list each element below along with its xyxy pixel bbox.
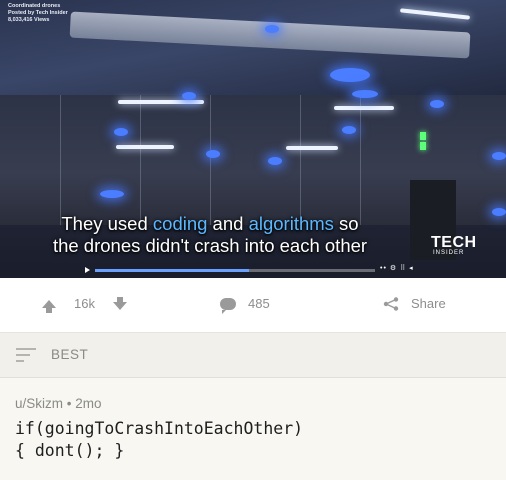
- comment-body-line: if(goingToCrashIntoEachOther): [15, 419, 304, 438]
- brand-logo-sub: INSIDER: [433, 250, 465, 256]
- wire-line: [360, 95, 361, 225]
- share-icon: [383, 296, 399, 311]
- wire-line: [210, 95, 211, 225]
- wire-line: [60, 95, 61, 225]
- ceiling-lamp: [116, 145, 174, 149]
- comment-count: 485: [248, 296, 270, 311]
- caption-highlight: algorithms: [248, 213, 334, 234]
- comment-meta: u/Skizm • 2mo: [15, 396, 102, 411]
- comment-age: 2mo: [75, 396, 102, 411]
- vote-group: 16k: [42, 296, 127, 313]
- caption-line-2: the drones didn't crash into each other: [52, 235, 368, 256]
- post-action-bar: 16k 485 Share: [0, 278, 506, 333]
- downvote-icon[interactable]: [112, 297, 127, 310]
- meta-separator: •: [66, 396, 72, 411]
- sort-icon: [16, 348, 40, 362]
- share-button[interactable]: Share: [383, 296, 446, 311]
- sort-label: BEST: [51, 347, 89, 362]
- caption-line-1: They used coding and algorithms so: [61, 213, 359, 234]
- brand-logo: TECH: [431, 234, 477, 251]
- drone: [206, 150, 220, 158]
- play-icon[interactable]: [85, 267, 90, 273]
- green-light: [420, 142, 426, 150]
- drone: [492, 152, 506, 160]
- progress-fill: [95, 269, 249, 272]
- drone: [182, 92, 196, 100]
- wire-line: [140, 95, 141, 225]
- video-posted-by: Posted by Tech Insider: [8, 10, 68, 16]
- vote-score: 16k: [74, 296, 95, 311]
- green-light: [420, 132, 426, 140]
- comment-sort-bar[interactable]: BEST: [0, 333, 506, 378]
- drone: [100, 190, 124, 198]
- caption-highlight: coding: [152, 213, 208, 234]
- comment-icon: [220, 297, 236, 314]
- video-info: Coordinated drones Posted by Tech Inside…: [8, 3, 68, 24]
- ceiling-lamp: [286, 146, 338, 150]
- comment-body-line: { dont(); }: [15, 441, 125, 460]
- drone: [330, 68, 370, 82]
- video-caption: They used coding and algorithms so the d…: [0, 213, 420, 257]
- drone: [265, 25, 279, 33]
- drone: [342, 126, 356, 134]
- drone: [268, 157, 282, 165]
- drone: [114, 128, 128, 136]
- drone: [430, 100, 444, 108]
- ceiling-lamp: [118, 100, 204, 104]
- comment: u/Skizm • 2mo if(goingToCrashIntoEachOth…: [0, 378, 506, 480]
- drone: [352, 90, 378, 98]
- upvote-icon[interactable]: [42, 299, 56, 313]
- video-views: 8,033,416 Views: [8, 17, 50, 23]
- comment-body: if(goingToCrashIntoEachOther) { dont(); }: [15, 418, 303, 462]
- video-controls[interactable]: •• ⚙ ⠿ ◂: [380, 264, 414, 272]
- share-label: Share: [411, 296, 446, 311]
- drone: [492, 208, 506, 216]
- ceiling-lamp: [334, 106, 394, 110]
- comments-button[interactable]: 485: [220, 296, 270, 314]
- wire-line: [300, 95, 301, 225]
- video-title: Coordinated drones: [8, 3, 61, 9]
- comment-author[interactable]: u/Skizm: [15, 396, 63, 411]
- progress-bar[interactable]: [95, 269, 375, 272]
- video-player[interactable]: Coordinated drones Posted by Tech Inside…: [0, 0, 506, 278]
